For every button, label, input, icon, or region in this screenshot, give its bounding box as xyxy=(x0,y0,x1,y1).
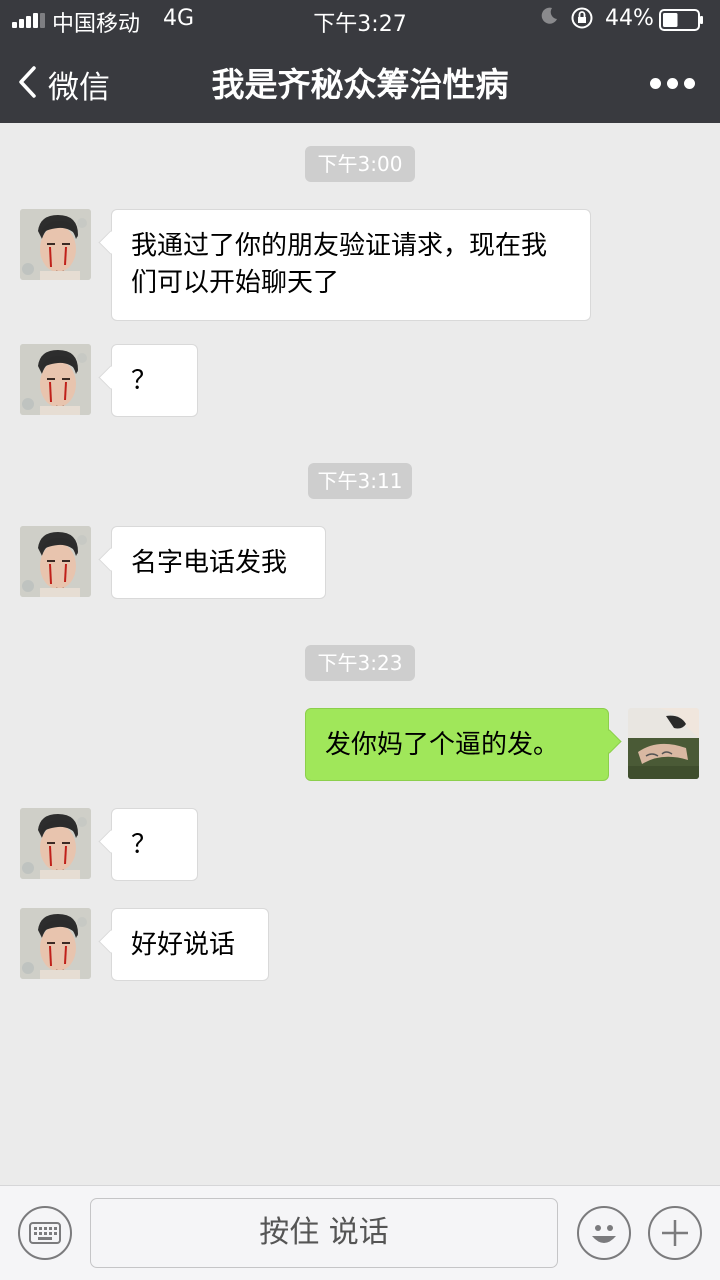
emoji-icon xyxy=(592,1225,616,1243)
message-text: 发你妈了个逼的发。 xyxy=(325,730,560,760)
hold-to-talk-button[interactable]: 按住 说话 xyxy=(90,1198,558,1268)
message-text: ？ xyxy=(131,830,158,860)
dot-icon xyxy=(667,78,678,89)
battery-icon xyxy=(659,9,703,31)
back-button[interactable]: 微信 xyxy=(18,62,113,106)
contact-avatar[interactable] xyxy=(20,908,91,979)
rotation-lock-icon xyxy=(571,7,593,29)
message-bubble[interactable]: 好好说话 xyxy=(111,908,269,981)
keyboard-toggle-button[interactable] xyxy=(18,1206,72,1260)
contact-avatar[interactable] xyxy=(20,344,91,415)
moon-icon xyxy=(541,7,557,24)
more-options-button[interactable] xyxy=(648,70,696,94)
nav-bar: 微信 我是齐秘众筹治性病 xyxy=(0,40,720,123)
chat-title: 我是齐秘众筹治性病 xyxy=(211,65,509,104)
message-text: 我通过了你的朋友验证请求，现在我们可以开始聊天了 xyxy=(131,231,548,298)
message-bubble[interactable]: 我通过了你的朋友验证请求，现在我们可以开始聊天了 xyxy=(111,209,591,321)
message-bubble[interactable]: 发你妈了个逼的发。 xyxy=(305,708,609,781)
timestamp: 下午3:23 xyxy=(305,645,415,681)
input-bar: 按住 说话 xyxy=(0,1185,720,1280)
dot-icon xyxy=(650,78,661,89)
back-label: 微信 xyxy=(48,70,110,106)
message-text: ？ xyxy=(131,366,158,396)
status-bar: 中国移动 4G 下午3:27 44% xyxy=(0,0,720,40)
message-bubble[interactable]: ？ xyxy=(111,344,198,417)
message-text: 名字电话发我 xyxy=(131,548,288,578)
battery-percent: 44% xyxy=(605,6,654,31)
more-functions-button[interactable] xyxy=(648,1206,702,1260)
message-list[interactable]: 下午3:00 我通过了你的朋友验证请求，现在我们可以开始聊天了 ？ 下午3:11… xyxy=(0,123,720,1185)
timestamp: 下午3:11 xyxy=(308,463,412,499)
dot-icon xyxy=(684,78,695,89)
message-bubble[interactable]: ？ xyxy=(111,808,198,881)
emoji-button[interactable] xyxy=(577,1206,631,1260)
message-bubble[interactable]: 名字电话发我 xyxy=(111,526,326,599)
message-text: 好好说话 xyxy=(131,930,236,960)
timestamp: 下午3:00 xyxy=(305,146,415,182)
my-avatar[interactable] xyxy=(628,708,699,779)
keyboard-icon xyxy=(29,1222,61,1244)
contact-avatar[interactable] xyxy=(20,209,91,280)
chat-screen: 中国移动 4G 下午3:27 44% 微信 我是齐秘众筹治性病 下午3:00 我… xyxy=(0,0,720,1280)
plus-icon xyxy=(662,1220,688,1246)
contact-avatar[interactable] xyxy=(20,526,91,597)
chevron-left-icon xyxy=(19,66,36,98)
contact-avatar[interactable] xyxy=(20,808,91,879)
